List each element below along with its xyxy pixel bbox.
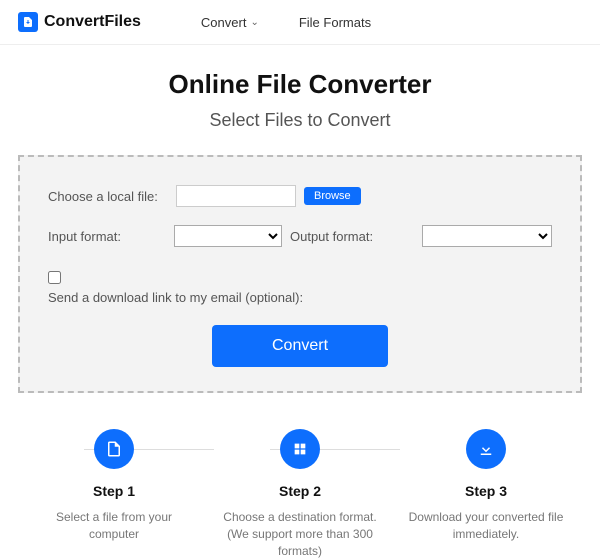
header: ConvertFiles Convert ⌄ File Formats bbox=[0, 0, 600, 45]
steps: Step 1 Select a file from your computer … bbox=[18, 429, 582, 559]
step-2: Step 2 Choose a destination format. (We … bbox=[212, 429, 388, 559]
grid-icon bbox=[280, 429, 320, 469]
step-2-title: Step 2 bbox=[212, 483, 388, 499]
convert-button[interactable]: Convert bbox=[212, 325, 388, 367]
file-input[interactable] bbox=[176, 185, 296, 207]
nav-file-formats[interactable]: File Formats bbox=[299, 15, 371, 30]
nav-convert-label: Convert bbox=[201, 15, 247, 30]
step-1-desc: Select a file from your computer bbox=[26, 509, 202, 543]
input-format-select[interactable] bbox=[174, 225, 282, 247]
logo-icon bbox=[18, 12, 38, 32]
logo[interactable]: ConvertFiles bbox=[18, 12, 141, 32]
email-checkbox[interactable] bbox=[48, 271, 61, 284]
browse-button[interactable]: Browse bbox=[304, 187, 361, 205]
nav: Convert ⌄ File Formats bbox=[201, 15, 371, 30]
page-title: Online File Converter bbox=[18, 69, 582, 100]
step-1: Step 1 Select a file from your computer bbox=[26, 429, 202, 559]
step-2-desc: Choose a destination format. (We support… bbox=[212, 509, 388, 559]
chevron-down-icon: ⌄ bbox=[250, 17, 258, 28]
nav-convert[interactable]: Convert ⌄ bbox=[201, 15, 259, 30]
main: Online File Converter Select Files to Co… bbox=[0, 45, 600, 559]
email-check-label: Send a download link to my email (option… bbox=[48, 290, 552, 305]
upload-panel: Choose a local file: Browse Input format… bbox=[18, 155, 582, 393]
choose-file-label: Choose a local file: bbox=[48, 189, 168, 204]
download-icon bbox=[466, 429, 506, 469]
output-format-select[interactable] bbox=[422, 225, 552, 247]
output-format-label: Output format: bbox=[290, 229, 373, 244]
step-3-desc: Download your converted file immediately… bbox=[398, 509, 574, 543]
input-format-label: Input format: bbox=[48, 229, 168, 244]
nav-formats-label: File Formats bbox=[299, 15, 371, 30]
step-3: Step 3 Download your converted file imme… bbox=[398, 429, 574, 559]
step-1-title: Step 1 bbox=[26, 483, 202, 499]
step-3-title: Step 3 bbox=[398, 483, 574, 499]
file-icon bbox=[94, 429, 134, 469]
page-subtitle: Select Files to Convert bbox=[18, 110, 582, 131]
brand-name: ConvertFiles bbox=[44, 13, 141, 31]
